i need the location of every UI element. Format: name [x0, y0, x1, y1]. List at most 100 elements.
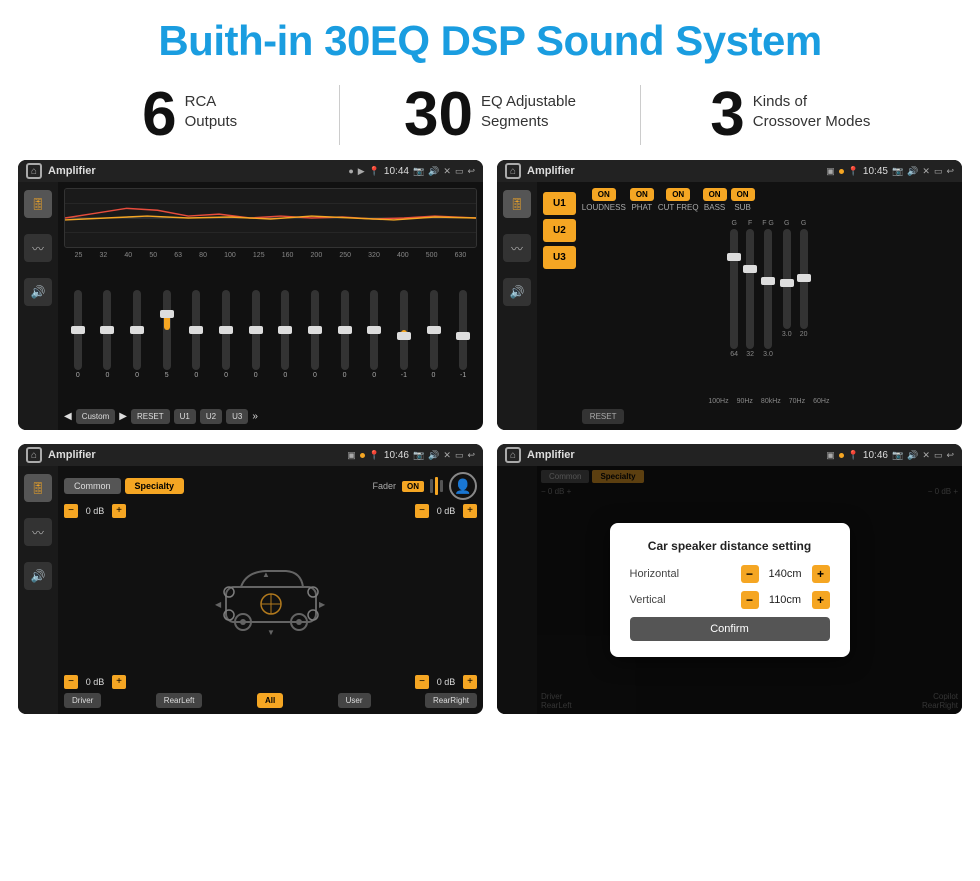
cross-plus-2[interactable]: +: [463, 504, 477, 518]
cross-user-btn[interactable]: User: [338, 693, 371, 708]
eq-expand-button[interactable]: »: [252, 411, 258, 422]
eq-next-button[interactable]: ▶: [119, 411, 127, 422]
dot-icon-amp: [839, 169, 844, 174]
eq-thumb-4[interactable]: [160, 310, 174, 318]
cross-icon-speaker[interactable]: 🔊: [24, 562, 52, 590]
eq-u3-button[interactable]: U3: [226, 409, 248, 424]
amp-phat-btn[interactable]: ON: [630, 188, 654, 201]
cross-minus-4[interactable]: −: [415, 675, 429, 689]
amp-track-g[interactable]: [730, 229, 738, 349]
amp-icon-speaker[interactable]: 🔊: [503, 278, 531, 306]
cross-plus-3[interactable]: +: [112, 675, 126, 689]
amp-thumb-g[interactable]: [727, 253, 741, 261]
cross-icon-wave[interactable]: 〰: [24, 518, 52, 546]
eq-bottom-bar: ◀ Custom ▶ RESET U1 U2 U3 »: [64, 409, 477, 424]
eq-reset-button[interactable]: RESET: [131, 409, 170, 424]
cross-driver-btn[interactable]: Driver: [64, 693, 101, 708]
eq-track-4[interactable]: [163, 290, 171, 370]
home-icon-eq[interactable]: [26, 163, 42, 179]
screen-amp-title: Amplifier: [527, 165, 820, 177]
eq-track-1[interactable]: [74, 290, 82, 370]
amp-track-bass[interactable]: [783, 229, 791, 329]
amp-icon-tune[interactable]: 🎚: [503, 190, 531, 218]
fader-bar-1: [430, 479, 433, 493]
amp-thumb-bass[interactable]: [780, 279, 794, 287]
eq-track-5[interactable]: [192, 290, 200, 370]
dialog-confirm-button[interactable]: Confirm: [630, 617, 830, 641]
eq-prev-button[interactable]: ◀: [64, 411, 72, 422]
eq-track-13[interactable]: [430, 290, 438, 370]
eq-track-7[interactable]: [252, 290, 260, 370]
eq-thumb-3[interactable]: [130, 326, 144, 334]
eq-thumb-5[interactable]: [189, 326, 203, 334]
eq-track-8[interactable]: [281, 290, 289, 370]
amp-u1-button[interactable]: U1: [543, 192, 576, 215]
eq-screen-body: 🎚 〰 🔊: [18, 182, 483, 430]
eq-thumb-12[interactable]: [397, 332, 411, 340]
eq-thumb-6[interactable]: [219, 326, 233, 334]
amp-icon-wave[interactable]: 〰: [503, 234, 531, 262]
cross-tab-specialty[interactable]: Specialty: [125, 478, 185, 494]
amp-track-f[interactable]: [746, 229, 754, 349]
eq-thumb-14[interactable]: [456, 332, 470, 340]
cross-icon-tune[interactable]: 🎚: [24, 474, 52, 502]
amp-cutfreq-btn[interactable]: ON: [666, 188, 690, 201]
eq-track-9[interactable]: [311, 290, 319, 370]
eq-thumb-10[interactable]: [338, 326, 352, 334]
eq-thumb-9[interactable]: [308, 326, 322, 334]
eq-thumb-11[interactable]: [367, 326, 381, 334]
eq-u2-button[interactable]: U2: [200, 409, 222, 424]
eq-slider-3: 0: [123, 290, 151, 379]
eq-freq-labels: 2532 4050 6380 100125 160200 250320 4005…: [64, 252, 477, 259]
dialog-horizontal-minus[interactable]: −: [741, 565, 759, 583]
cross-minus-3[interactable]: −: [64, 675, 78, 689]
eq-thumb-13[interactable]: [427, 326, 441, 334]
eq-slider-14: -1: [449, 290, 477, 379]
amp-bass-btn[interactable]: ON: [703, 188, 727, 201]
home-icon-cross[interactable]: [26, 447, 42, 463]
eq-track-3[interactable]: [133, 290, 141, 370]
eq-track-2[interactable]: [103, 290, 111, 370]
cross-rearleft-btn[interactable]: RearLeft: [156, 693, 203, 708]
eq-icon-tune[interactable]: 🎚: [24, 190, 52, 218]
amp-loudness-btn[interactable]: ON: [592, 188, 616, 201]
amp-u3-button[interactable]: U3: [543, 246, 576, 269]
eq-thumb-7[interactable]: [249, 326, 263, 334]
eq-track-11[interactable]: [370, 290, 378, 370]
eq-custom-button[interactable]: Custom: [76, 409, 116, 424]
cross-plus-4[interactable]: +: [463, 675, 477, 689]
svg-text:▼: ▼: [267, 628, 275, 637]
eq-track-14[interactable]: [459, 290, 467, 370]
home-icon-dialog[interactable]: [505, 447, 521, 463]
cross-minus-2[interactable]: −: [415, 504, 429, 518]
back-icon-dialog: ↩: [946, 450, 954, 461]
eq-graph: [64, 188, 477, 248]
eq-thumb-1[interactable]: [71, 326, 85, 334]
cross-all-btn[interactable]: All: [257, 693, 283, 708]
amp-thumb-sub[interactable]: [797, 274, 811, 282]
home-icon-amp[interactable]: [505, 163, 521, 179]
dialog-vertical-plus[interactable]: +: [812, 591, 830, 609]
amp-thumb-fg[interactable]: [761, 277, 775, 285]
cross-rearright-btn[interactable]: RearRight: [425, 693, 477, 708]
amp-reset-button[interactable]: RESET: [582, 409, 625, 424]
amp-sub-btn[interactable]: ON: [731, 188, 755, 201]
eq-track-10[interactable]: [341, 290, 349, 370]
amp-thumb-f[interactable]: [743, 265, 757, 273]
cross-plus-1[interactable]: +: [112, 504, 126, 518]
cross-tab-common[interactable]: Common: [64, 478, 121, 494]
eq-icon-wave[interactable]: 〰: [24, 234, 52, 262]
eq-u1-button[interactable]: U1: [174, 409, 196, 424]
amp-u2-button[interactable]: U2: [543, 219, 576, 242]
play-icon-eq: ▶: [358, 166, 365, 177]
eq-icon-speaker[interactable]: 🔊: [24, 278, 52, 306]
eq-thumb-2[interactable]: [100, 326, 114, 334]
eq-track-12[interactable]: [400, 290, 408, 370]
eq-thumb-8[interactable]: [278, 326, 292, 334]
dialog-vertical-minus[interactable]: −: [741, 591, 759, 609]
eq-track-6[interactable]: [222, 290, 230, 370]
dialog-horizontal-plus[interactable]: +: [812, 565, 830, 583]
amp-track-sub[interactable]: [800, 229, 808, 329]
amp-track-fg[interactable]: [764, 229, 772, 349]
cross-minus-1[interactable]: −: [64, 504, 78, 518]
